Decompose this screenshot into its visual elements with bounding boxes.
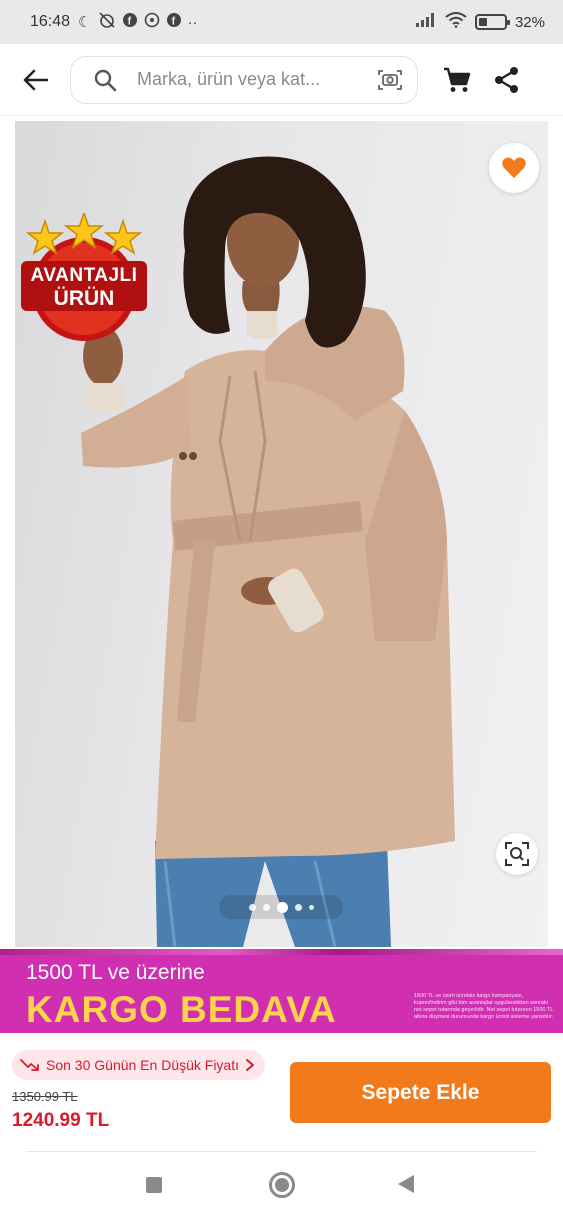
- facebook-icon: f: [122, 12, 138, 32]
- page-dot-active[interactable]: [276, 901, 288, 913]
- trend-down-icon: [20, 1059, 39, 1071]
- recents-icon[interactable]: [146, 1177, 162, 1193]
- cart-icon[interactable]: [442, 66, 472, 94]
- home-icon[interactable]: [269, 1172, 295, 1198]
- muted-alarm-icon: [98, 11, 116, 33]
- moon-icon: ☾: [78, 14, 92, 31]
- banner-line1: 1500 TL ve üzerine: [26, 961, 205, 984]
- heart-icon: [502, 157, 526, 178]
- back-button[interactable]: [18, 63, 52, 97]
- svg-text:f: f: [171, 16, 175, 28]
- banner-fine-print: 1500 TL ve üzeri ücretsiz kargo kampanya…: [414, 993, 554, 1020]
- current-price: 1240.99 TL: [12, 1110, 110, 1131]
- advantage-badge: AVANTAJLI ÜRÜN: [17, 213, 151, 343]
- visual-search-button[interactable]: [496, 833, 538, 875]
- lowest-price-pill[interactable]: Son 30 Günün En Düşük Fiyatı: [12, 1050, 265, 1080]
- badge-line1: AVANTAJLI: [30, 265, 138, 286]
- svg-text:f: f: [127, 16, 131, 28]
- product-image-gallery[interactable]: AVANTAJLI ÜRÜN: [15, 121, 548, 947]
- share-icon[interactable]: [494, 66, 520, 94]
- status-notification-icons: ☾ f f ··: [78, 11, 198, 33]
- signal-icon: [415, 12, 437, 32]
- banner-strip: [0, 949, 563, 955]
- page-dot[interactable]: [248, 903, 256, 911]
- search-bar[interactable]: Marka, ürün veya kat...: [70, 55, 418, 104]
- battery-percent: 32%: [514, 13, 545, 31]
- page-dot[interactable]: [262, 903, 270, 911]
- favorite-button[interactable]: [489, 143, 539, 193]
- status-time: 16:48: [30, 13, 71, 30]
- search-input[interactable]: Marka, ürün veya kat...: [137, 69, 377, 90]
- whatsapp-icon: [144, 12, 160, 32]
- add-to-cart-button[interactable]: Sepete Ekle: [290, 1062, 551, 1123]
- purchase-bar: Son 30 Günün En Düşük Fiyatı 1350.99 TL …: [0, 1033, 563, 1151]
- status-bar: 16:48 ☾ f f ·· 32%: [0, 0, 563, 44]
- badge-line2: ÜRÜN: [53, 287, 115, 310]
- nav-back-icon[interactable]: [398, 1175, 414, 1193]
- system-nav-bar: [0, 1152, 563, 1219]
- page-dot[interactable]: [308, 904, 314, 910]
- old-price: 1350.99 TL: [12, 1089, 78, 1104]
- free-shipping-banner[interactable]: 1500 TL ve üzerine KARGO BEDAVA 1500 TL …: [0, 949, 563, 1033]
- header-actions: [442, 66, 520, 94]
- facebook-icon-2: f: [166, 12, 182, 32]
- camera-search-icon[interactable]: [377, 68, 403, 92]
- more-notifications-icon: ··: [187, 13, 198, 31]
- back-arrow-icon: [23, 69, 48, 90]
- image-pagination[interactable]: [219, 895, 343, 919]
- chevron-right-icon: [246, 1059, 254, 1071]
- lowest-price-label: Son 30 Günün En Düşük Fiyatı: [46, 1057, 239, 1073]
- banner-title: KARGO BEDAVA: [26, 989, 337, 1030]
- battery-icon: [474, 14, 510, 30]
- top-bar: Marka, ürün veya kat...: [0, 44, 563, 116]
- status-system-icons: 32%: [415, 12, 545, 32]
- visual-search-icon: [505, 842, 529, 866]
- search-icon: [94, 69, 117, 91]
- page-dot[interactable]: [294, 903, 302, 911]
- wifi-icon: [445, 12, 467, 32]
